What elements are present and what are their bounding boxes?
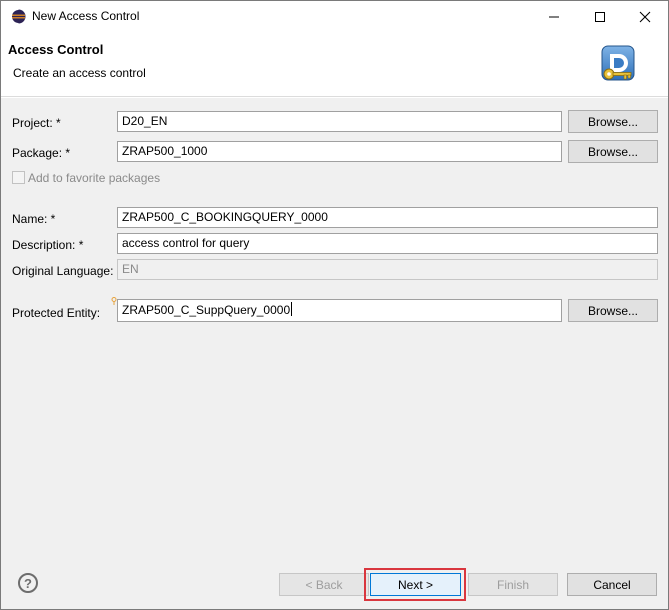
page-title: Access Control: [8, 42, 104, 57]
protected-entity-field[interactable]: ZRAP500_C_SuppQuery_0000: [117, 299, 562, 322]
project-label: Project: *: [12, 116, 61, 130]
text-caret: [291, 302, 293, 316]
project-field[interactable]: D20_EN: [117, 111, 562, 132]
protected-entity-label: Protected Entity:: [12, 306, 101, 320]
help-icon[interactable]: ?: [18, 573, 38, 593]
maximize-icon: [595, 11, 605, 22]
favorite-packages-label: Add to favorite packages: [28, 171, 161, 185]
project-browse-button[interactable]: Browse...: [568, 110, 658, 133]
finish-button[interactable]: Finish: [468, 573, 558, 596]
wizard-content: Project: * D20_EN Browse... Package: * Z…: [1, 98, 668, 558]
title-bar: New Access Control: [1, 1, 668, 32]
original-language-label: Original Language:: [12, 264, 114, 278]
maximize-button[interactable]: [577, 1, 623, 32]
wizard-header: Access Control Create an access control: [1, 32, 668, 97]
minimize-icon: [549, 16, 559, 17]
description-field[interactable]: access control for query: [117, 233, 658, 254]
minimize-button[interactable]: [531, 1, 577, 32]
next-button-highlight: [364, 568, 466, 601]
favorite-packages-checkbox[interactable]: [12, 171, 25, 184]
window-title: New Access Control: [32, 9, 140, 23]
name-field[interactable]: ZRAP500_C_BOOKINGQUERY_0000: [117, 207, 658, 228]
wizard-footer: ? < Back Next > Finish Cancel: [1, 558, 668, 609]
name-label: Name: *: [12, 212, 56, 226]
access-control-key-icon: [601, 45, 635, 81]
package-label: Package: *: [12, 146, 71, 160]
new-access-control-dialog: New Access Control Access Control Create…: [0, 0, 669, 610]
package-field[interactable]: ZRAP500_1000: [117, 141, 562, 162]
original-language-field: EN: [117, 259, 658, 280]
close-button[interactable]: [622, 1, 668, 32]
back-button[interactable]: < Back: [279, 573, 369, 596]
cancel-button[interactable]: Cancel: [567, 573, 657, 596]
description-label: Description: *: [12, 238, 84, 252]
close-icon: [639, 11, 651, 22]
protected-entity-browse-button[interactable]: Browse...: [568, 299, 658, 322]
protected-entity-value: ZRAP500_C_SuppQuery_0000: [122, 303, 291, 317]
package-browse-button[interactable]: Browse...: [568, 140, 658, 163]
eclipse-icon: [11, 9, 26, 24]
page-subtitle: Create an access control: [13, 66, 146, 80]
